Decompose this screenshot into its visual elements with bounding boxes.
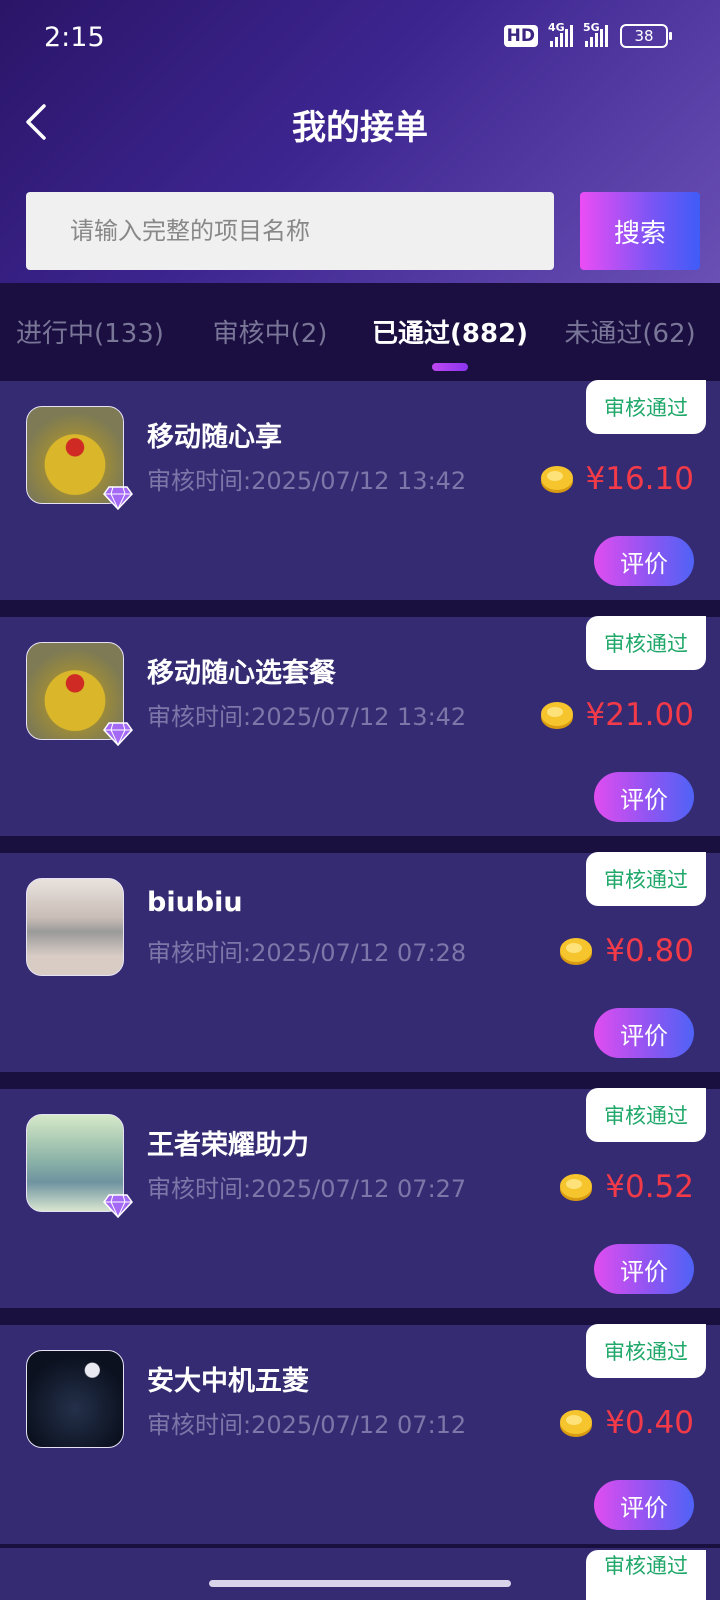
order-price: ¥0.40 (605, 1405, 694, 1441)
review-time: 审核时间:2025/07/12 07:28 (147, 939, 467, 967)
order-card[interactable]: 移动随心选套餐 审核时间:2025/07/12 13:42 审核通过 ¥21.0… (0, 616, 720, 836)
review-button[interactable]: 评价 (594, 536, 694, 586)
nav-bar: 我的接单 (0, 82, 720, 162)
order-card[interactable]: 王者荣耀助力 审核时间:2025/07/12 07:27 审核通过 ¥0.52 … (0, 1088, 720, 1308)
order-title: 移动随心选套餐 (147, 658, 336, 689)
girl-photo-avatar (26, 878, 124, 976)
active-tab-indicator (432, 363, 468, 371)
vip-diamond-icon (103, 1194, 133, 1219)
gold-coin-icon (560, 938, 593, 965)
search-button[interactable]: 搜索 (580, 192, 700, 270)
tab-approved[interactable]: 已通过(882) (360, 283, 540, 381)
signal-4g-icon: 4G (548, 21, 573, 47)
gold-coin-icon (560, 1174, 593, 1201)
gold-coin-icon (560, 1410, 593, 1437)
signal-5g-icon: 5G (583, 21, 608, 47)
order-card[interactable]: 移动随心享 审核时间:2025/07/12 13:42 审核通过 ¥16.10 … (0, 380, 720, 600)
order-title: biubiu (147, 887, 243, 918)
order-price: ¥0.52 (605, 1169, 694, 1205)
order-price: ¥0.80 (605, 933, 694, 969)
vip-diamond-icon (103, 486, 133, 511)
price-row: ¥21.00 (540, 697, 694, 733)
order-price: ¥16.10 (585, 461, 694, 497)
status-badge: 审核通过 (586, 852, 706, 906)
status-badge: 审核通过 (586, 1324, 706, 1378)
order-title: 安大中机五菱 (147, 1366, 309, 1397)
status-badge: 审核通过 (586, 616, 706, 670)
price-row: ¥0.52 (559, 1169, 694, 1205)
review-button[interactable]: 评价 (594, 772, 694, 822)
status-badge: 审核通过 (586, 1088, 706, 1142)
tab-under-review[interactable]: 审核中(2) (180, 283, 360, 381)
battery-icon: 38 (620, 24, 672, 48)
status-badge: 审核通过 (586, 1550, 706, 1600)
order-card[interactable]: biubiu 审核时间:2025/07/12 07:28 审核通过 ¥0.80 … (0, 852, 720, 1072)
status-tabs: 进行中(133) 审核中(2) 已通过(882) 未通过(62) (0, 283, 720, 381)
tab-in-progress[interactable]: 进行中(133) (0, 283, 180, 381)
review-time: 审核时间:2025/07/12 13:42 (147, 467, 467, 495)
page-title: 我的接单 (292, 108, 428, 148)
status-time: 2:15 (44, 22, 105, 53)
order-card-partial[interactable]: 审核通过 (0, 1548, 720, 1600)
review-button[interactable]: 评价 (594, 1480, 694, 1530)
order-title: 王者荣耀助力 (147, 1130, 309, 1161)
search-input[interactable] (26, 192, 554, 270)
order-price: ¥21.00 (585, 697, 694, 733)
gold-coin-icon (540, 466, 573, 493)
hd-icon: HD (503, 25, 538, 47)
status-bar: 2:15 HD 4G 5G 38 (0, 0, 720, 80)
price-row: ¥16.10 (540, 461, 694, 497)
review-time: 审核时间:2025/07/12 07:27 (147, 1175, 467, 1203)
order-title: 移动随心享 (147, 422, 282, 453)
review-time: 审核时间:2025/07/12 07:12 (147, 1411, 467, 1439)
status-icons: HD 4G 5G 38 (503, 21, 672, 48)
vip-diamond-icon (103, 722, 133, 747)
price-row: ¥0.40 (559, 1405, 694, 1441)
status-badge: 审核通过 (586, 380, 706, 434)
price-row: ¥0.80 (559, 933, 694, 969)
review-button[interactable]: 评价 (594, 1244, 694, 1294)
order-list: 移动随心享 审核时间:2025/07/12 13:42 审核通过 ¥16.10 … (0, 380, 720, 1561)
order-card[interactable]: 安大中机五菱 审核时间:2025/07/12 07:12 审核通过 ¥0.40 … (0, 1324, 720, 1544)
gold-coin-icon (540, 702, 573, 729)
home-indicator[interactable] (209, 1580, 511, 1587)
review-time: 审核时间:2025/07/12 13:42 (147, 703, 467, 731)
night-moon-avatar (26, 1350, 124, 1448)
review-button[interactable]: 评价 (594, 1008, 694, 1058)
tab-rejected[interactable]: 未通过(62) (540, 283, 720, 381)
